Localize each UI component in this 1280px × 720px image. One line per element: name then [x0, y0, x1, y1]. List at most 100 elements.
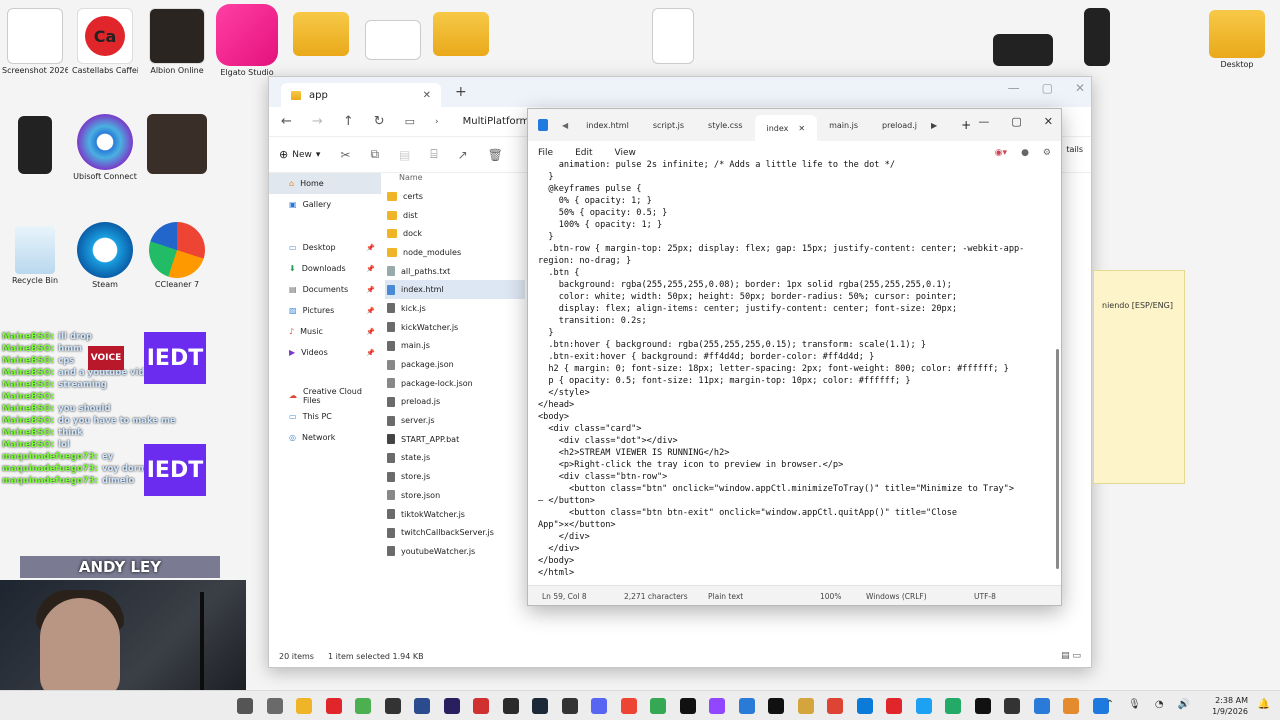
- notepad-tab[interactable]: style.css: [696, 121, 754, 130]
- refresh-icon[interactable]: ↻: [374, 114, 385, 129]
- rename-icon[interactable]: ⌸: [430, 147, 437, 162]
- desktop-photo[interactable]: [144, 114, 210, 174]
- taskbar-app-icon[interactable]: [620, 698, 637, 714]
- nav-item-this-pc[interactable]: ▭ This PC: [269, 406, 381, 427]
- volume-icon[interactable]: 🔊: [1178, 699, 1190, 710]
- tab-scroll-left-icon[interactable]: ◀: [562, 121, 568, 130]
- taskbar-app-icon[interactable]: [797, 698, 814, 714]
- file-row[interactable]: dock: [385, 224, 525, 243]
- file-row[interactable]: main.js: [385, 337, 525, 356]
- desktop-document[interactable]: [640, 8, 706, 64]
- nav-item-downloads[interactable]: ⬇ Downloads 📌: [269, 258, 381, 279]
- nav-item-home[interactable]: ⌂ Home: [269, 173, 381, 194]
- taskbar-app-icon[interactable]: [679, 698, 696, 714]
- desktop-icon-desktop-folder[interactable]: Desktop: [1204, 10, 1270, 70]
- back-arrow-icon[interactable]: ←: [281, 114, 292, 129]
- column-header-name[interactable]: Name: [385, 173, 525, 187]
- taskbar-app-icon[interactable]: [414, 698, 430, 714]
- taskbar-app-icon[interactable]: [1004, 698, 1020, 714]
- cut-icon[interactable]: ✂: [340, 148, 350, 162]
- desktop-folder-2[interactable]: [428, 12, 494, 56]
- desktop-folder-1[interactable]: [288, 12, 354, 56]
- taskbar-app-icon[interactable]: [532, 698, 548, 714]
- taskbar-app-icon[interactable]: [384, 698, 401, 714]
- notepad-tab[interactable]: index.html: [574, 121, 641, 130]
- taskbar-app-icon[interactable]: [591, 698, 607, 714]
- file-row[interactable]: package-lock.json: [385, 374, 525, 393]
- notepad-tab[interactable]: preload.j: [870, 121, 929, 130]
- maximize-button[interactable]: ▢: [1042, 81, 1053, 95]
- copy-icon[interactable]: ⧉: [370, 147, 379, 162]
- desktop-icon-ccleaner[interactable]: CCleaner 7: [144, 222, 210, 290]
- explorer-tab[interactable]: app ✕: [281, 83, 441, 107]
- forward-arrow-icon[interactable]: →: [312, 114, 323, 129]
- nav-item-gallery[interactable]: ▣ Gallery: [269, 194, 381, 215]
- new-tab-button[interactable]: +: [455, 84, 467, 100]
- taskbar-app-icon[interactable]: [296, 698, 312, 714]
- file-row[interactable]: node_modules: [385, 243, 525, 262]
- taskbar-app-icon[interactable]: [561, 698, 578, 714]
- taskbar-app-icon[interactable]: [945, 698, 961, 714]
- nav-item-pictures[interactable]: ▨ Pictures 📌: [269, 300, 381, 321]
- close-button[interactable]: ✕: [1075, 81, 1085, 95]
- desktop-screenshot-3[interactable]: [1064, 8, 1130, 66]
- desktop-icon-ubisoft[interactable]: Ubisoft Connect: [72, 114, 138, 182]
- paste-icon[interactable]: ▤: [399, 148, 410, 162]
- desktop-icon-albion[interactable]: Albion Online: [144, 8, 210, 76]
- editor-scrollbar[interactable]: [1056, 349, 1059, 569]
- nav-item-videos[interactable]: ▶ Videos 📌: [269, 342, 381, 363]
- taskbar-app-icon[interactable]: [266, 698, 283, 714]
- close-tab-icon[interactable]: ✕: [798, 124, 805, 133]
- taskbar-app-icon[interactable]: [355, 698, 371, 714]
- maximize-button[interactable]: ▢: [1011, 115, 1021, 128]
- notification-bell-icon[interactable]: 🔔: [1258, 699, 1270, 710]
- file-row[interactable]: server.js: [385, 411, 525, 430]
- taskbar-app-icon[interactable]: [915, 698, 932, 714]
- taskbar-app-icon[interactable]: [443, 698, 460, 714]
- taskbar-app-icon[interactable]: [650, 698, 666, 714]
- new-tab-button[interactable]: +: [961, 118, 971, 132]
- details-button[interactable]: tails: [1066, 145, 1083, 154]
- close-tab-icon[interactable]: ✕: [423, 90, 431, 101]
- tab-scroll-right-icon[interactable]: ▶: [931, 121, 937, 130]
- file-row[interactable]: preload.js: [385, 393, 525, 412]
- view-toggle[interactable]: ▤ ▭: [1061, 651, 1081, 661]
- desktop-icon-recycle-bin[interactable]: Recycle Bin: [2, 226, 68, 286]
- nav-item-documents[interactable]: ▤ Documents 📌: [269, 279, 381, 300]
- text-editor[interactable]: animation: pulse 2s infinite; /* Adds a …: [528, 159, 1053, 589]
- new-button[interactable]: ⊕ New ▾: [279, 148, 320, 161]
- close-button[interactable]: ✕: [1044, 115, 1053, 128]
- taskbar-app-icon[interactable]: [502, 698, 519, 714]
- taskbar-app-icon[interactable]: [709, 698, 725, 714]
- chevron-up-icon[interactable]: ⌃: [1106, 699, 1114, 710]
- nav-item-creative-cloud-files[interactable]: ☁ Creative Cloud Files: [269, 385, 381, 406]
- file-row[interactable]: index.html: [385, 280, 525, 300]
- desktop-icon-elgato[interactable]: Elgato Studio: [214, 4, 280, 78]
- file-row[interactable]: state.js: [385, 449, 525, 468]
- file-row[interactable]: package.json: [385, 355, 525, 374]
- file-row[interactable]: kickWatcher.js: [385, 318, 525, 337]
- nav-item-network[interactable]: ◎ Network: [269, 427, 381, 448]
- desktop-icon-steam[interactable]: Steam: [72, 222, 138, 290]
- file-row[interactable]: store.json: [385, 486, 525, 505]
- taskbar-app-icon[interactable]: [768, 698, 784, 714]
- notepad-tab[interactable]: script.js: [641, 121, 696, 130]
- taskbar-app-icon[interactable]: [325, 698, 342, 714]
- minimize-button[interactable]: —: [978, 115, 989, 128]
- share-icon[interactable]: ↗: [458, 148, 468, 162]
- file-row[interactable]: tiktokWatcher.js: [385, 505, 525, 524]
- taskbar-app-icon[interactable]: [886, 698, 902, 714]
- desktop-file-thumb[interactable]: [360, 20, 426, 60]
- taskbar-app-icon[interactable]: [473, 698, 489, 714]
- desktop-icon-castellabs[interactable]: Ca Castellabs Caffeinated: [72, 8, 138, 76]
- file-row[interactable]: store.js: [385, 467, 525, 486]
- taskbar-app-icon[interactable]: [1033, 698, 1050, 714]
- desktop-screenshot-2[interactable]: [990, 34, 1056, 66]
- microphone-icon[interactable]: 🎙: [1128, 699, 1141, 710]
- taskbar-app-icon[interactable]: [974, 698, 991, 714]
- taskbar-app-icon[interactable]: [237, 698, 253, 714]
- file-row[interactable]: kick.js: [385, 299, 525, 318]
- notepad-tab[interactable]: main.js: [817, 121, 870, 130]
- desktop-screenshot-4[interactable]: [2, 116, 68, 174]
- delete-icon[interactable]: 🗑: [488, 148, 503, 162]
